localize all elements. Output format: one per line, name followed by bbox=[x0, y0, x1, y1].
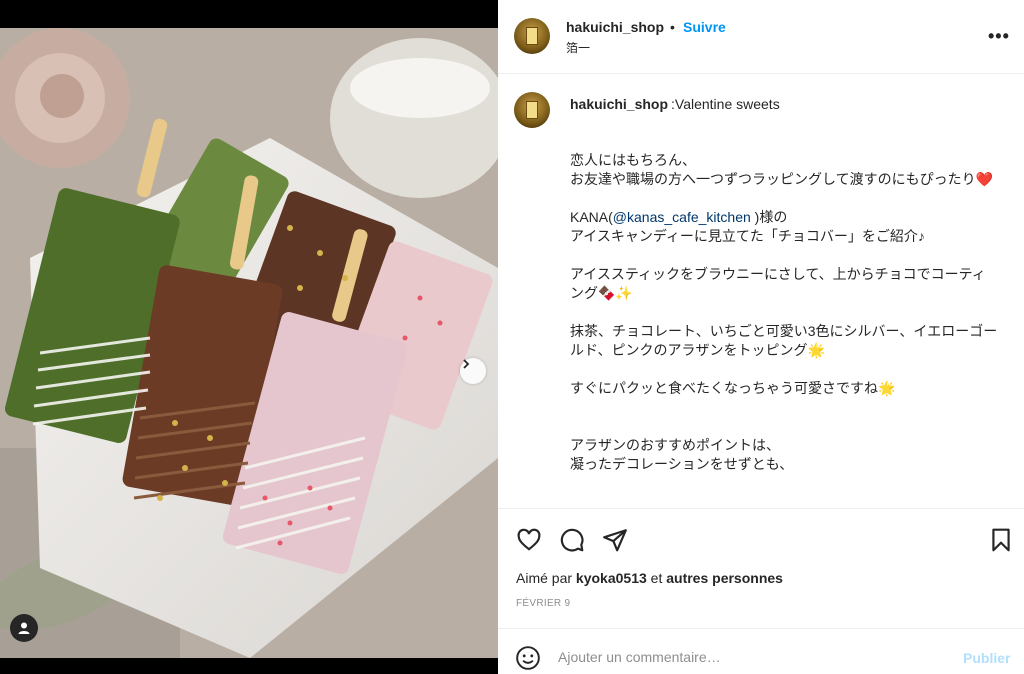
comment-bar: Publier bbox=[498, 628, 1024, 674]
more-options-button[interactable]: ••• bbox=[988, 26, 1010, 47]
user-tag-icon bbox=[18, 622, 30, 634]
post-media bbox=[0, 0, 498, 674]
caption-line: すぐにパクッと食べたくなっちゃう可愛さですね🌟 bbox=[570, 380, 896, 396]
caption-line: アイススティックをブラウニーにさして、上からチョコでコーティング🍫✨ bbox=[570, 266, 986, 301]
caption-line: 抹茶、チョコレート、いちごと可愛い3色にシルバー、イエローゴールド、ピンクのアラ… bbox=[570, 323, 998, 358]
mention-link[interactable]: @kanas_cafe_kitchen bbox=[613, 209, 751, 225]
avatar[interactable] bbox=[514, 18, 550, 54]
caption-avatar[interactable] bbox=[514, 92, 550, 128]
others-link[interactable]: autres personnes bbox=[666, 570, 783, 586]
publish-button[interactable]: Publier bbox=[963, 650, 1010, 666]
caption-line: 凝ったデコレーションをせずとも、 bbox=[570, 456, 794, 472]
separator-dot: • bbox=[670, 19, 675, 35]
heart-icon[interactable] bbox=[516, 527, 542, 553]
location-link[interactable]: 箔一 bbox=[566, 39, 590, 56]
caption-username[interactable]: hakuichi_shop bbox=[570, 96, 668, 112]
caption-line: アイスキャンディーに見立てた「チョコバー」をご紹介♪ bbox=[570, 228, 925, 244]
caption-line: お友達や職場の方へ一つずつラッピングして渡すのにもぴったり❤️ bbox=[570, 171, 994, 187]
bookmark-icon[interactable] bbox=[988, 527, 1014, 553]
caption-area: hakuichi_shop :Valentine sweets 恋人にはもちろん… bbox=[498, 75, 1024, 508]
emoji-icon[interactable] bbox=[515, 645, 541, 671]
share-icon[interactable] bbox=[602, 527, 628, 553]
post-panel: hakuichi_shop • Suivre 箔一 ••• hakuichi_s… bbox=[498, 0, 1024, 674]
caption-line: アラザンのおすすめポイントは、 bbox=[570, 437, 780, 453]
post-photo bbox=[0, 28, 498, 658]
choco-bar-photo bbox=[0, 28, 498, 658]
likes-summary: Aimé par kyoka0513 et autres personnes bbox=[516, 570, 783, 586]
caption-title: :Valentine sweets bbox=[671, 96, 780, 112]
caption-line: KANA(@kanas_cafe_kitchen )様の bbox=[570, 209, 788, 225]
action-bar bbox=[498, 508, 1024, 568]
post-date[interactable]: FÉVRIER 9 bbox=[516, 598, 570, 609]
follow-button[interactable]: Suivre bbox=[683, 19, 726, 35]
user-tag-button[interactable] bbox=[10, 614, 38, 642]
chevron-right-icon bbox=[463, 359, 470, 369]
header-username[interactable]: hakuichi_shop bbox=[566, 19, 664, 35]
caption-line: 恋人にはもちろん、 bbox=[570, 152, 696, 168]
next-image-button[interactable] bbox=[460, 358, 486, 384]
post-header: hakuichi_shop • Suivre 箔一 ••• bbox=[498, 0, 1024, 74]
comment-input[interactable] bbox=[558, 642, 938, 672]
comment-icon[interactable] bbox=[559, 527, 585, 553]
liker-username[interactable]: kyoka0513 bbox=[576, 570, 647, 586]
caption-body: 恋人にはもちろん、 お友達や職場の方へ一つずつラッピングして渡すのにもぴったり❤… bbox=[570, 151, 998, 474]
